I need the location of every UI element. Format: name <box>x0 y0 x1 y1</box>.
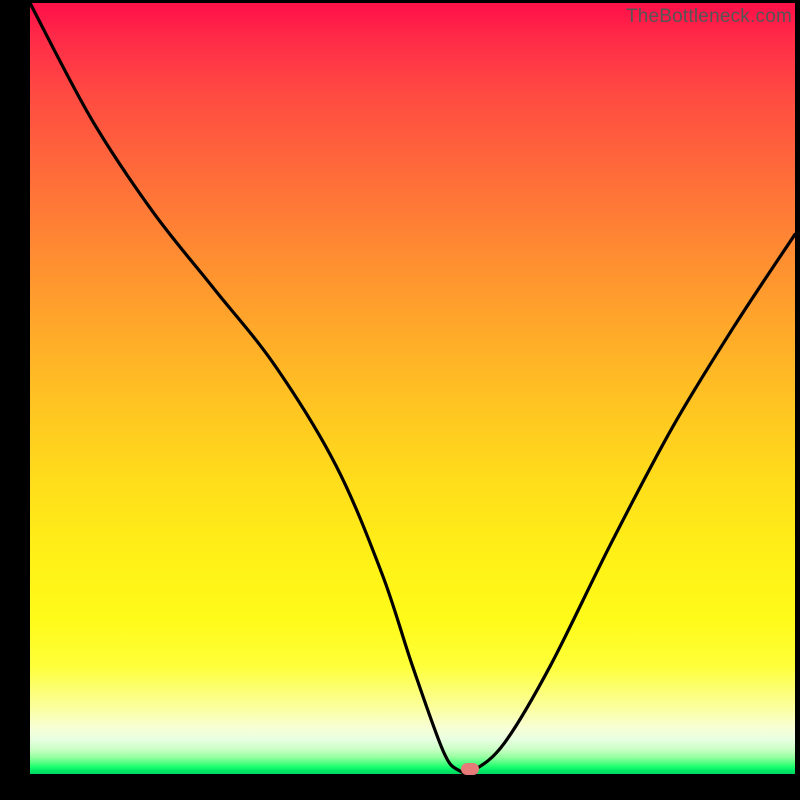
optimal-point-marker <box>461 763 479 775</box>
chart-frame: TheBottleneck.com <box>0 0 800 800</box>
watermark-text: TheBottleneck.com <box>626 6 792 28</box>
plot-area <box>30 3 795 774</box>
bottleneck-curve <box>30 3 795 774</box>
